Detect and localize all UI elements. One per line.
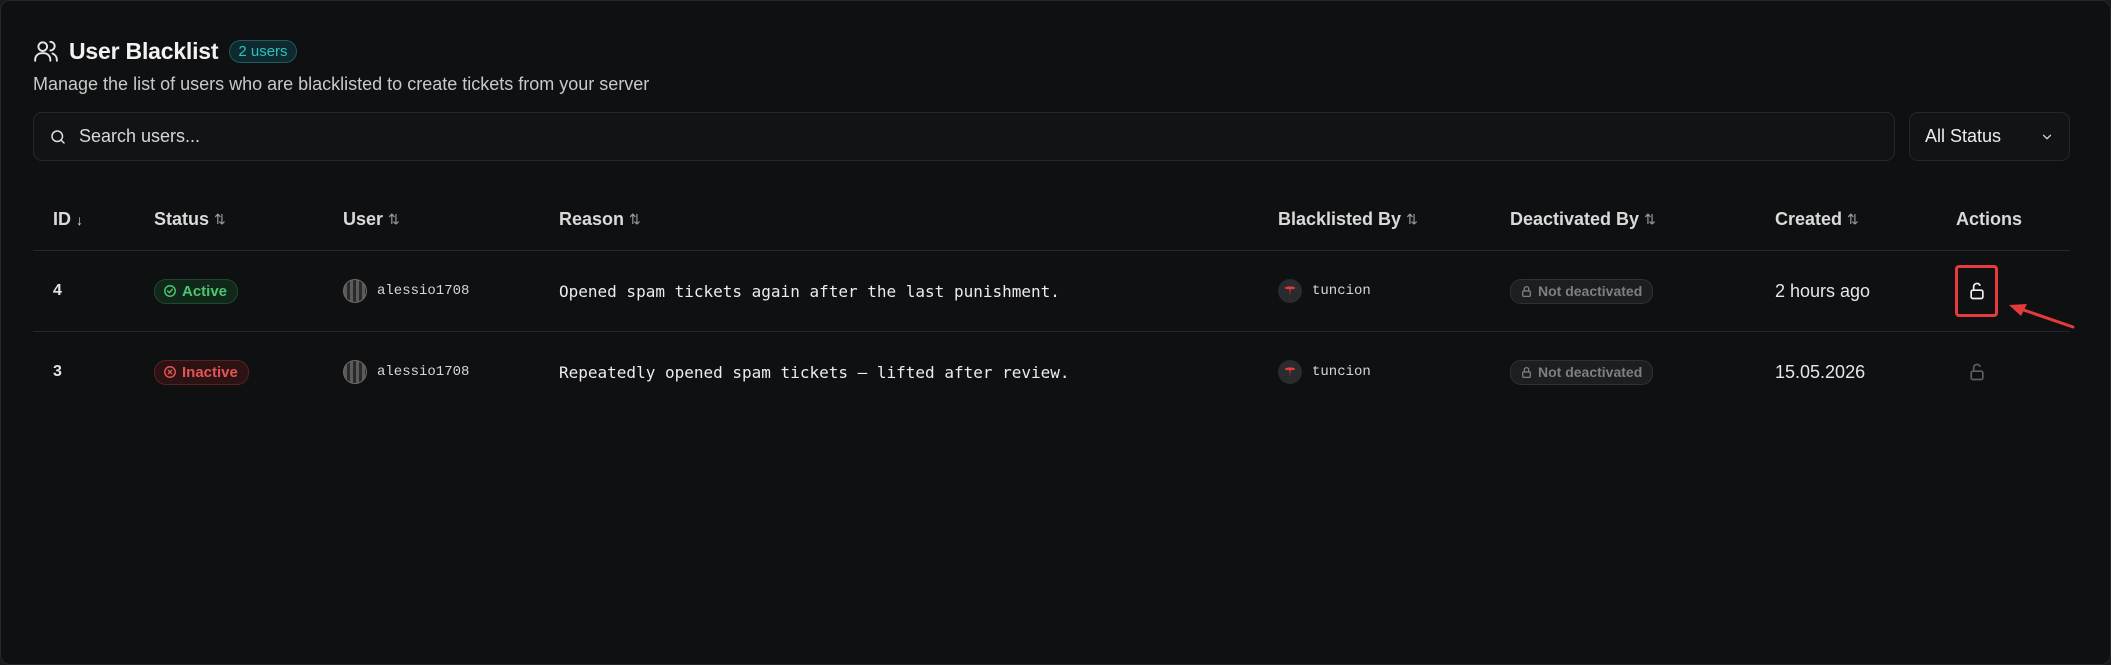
user-count-badge: 2 users bbox=[229, 39, 297, 63]
cell-deactivated-by: Not deactivated bbox=[1510, 251, 1654, 331]
moderator-name: tuncion bbox=[1312, 283, 1371, 299]
status-filter-select[interactable]: All Status bbox=[1909, 112, 2070, 161]
column-label: Created bbox=[1775, 209, 1843, 229]
status-badge: Inactive bbox=[154, 359, 249, 385]
username: alessio1708 bbox=[377, 364, 470, 380]
cell-blacklisted-by: tuncion bbox=[1278, 251, 1371, 331]
blacklist-table: ID ↓ Status ⇅ User ⇅ Reason ⇅ Blackliste… bbox=[33, 191, 2070, 413]
reason-text: Repeatedly opened spam tickets — lifted … bbox=[559, 362, 1070, 382]
column-label: Status bbox=[154, 209, 210, 229]
column-header-blacklisted-by[interactable]: Blacklisted By ⇅ bbox=[1278, 209, 1418, 230]
status-label: Inactive bbox=[182, 363, 238, 381]
page-subtitle: Manage the list of users who are blackli… bbox=[33, 74, 650, 94]
column-header-user[interactable]: User ⇅ bbox=[343, 209, 400, 230]
column-header-actions: Actions bbox=[1956, 209, 2022, 230]
sort-icon: ⇅ bbox=[214, 211, 226, 227]
table-header: ID ↓ Status ⇅ User ⇅ Reason ⇅ Blackliste… bbox=[33, 191, 2070, 251]
cell-user: alessio1708 bbox=[343, 332, 469, 412]
moderator-logo-icon bbox=[1284, 286, 1296, 296]
avatar bbox=[343, 279, 367, 303]
cell-actions bbox=[1955, 251, 1998, 331]
column-label: ID bbox=[53, 209, 71, 229]
cell-user: alessio1708 bbox=[343, 251, 469, 331]
x-circle-icon bbox=[163, 365, 177, 379]
search-icon bbox=[49, 128, 67, 146]
column-header-deactivated-by[interactable]: Deactivated By ⇅ bbox=[1510, 209, 1656, 230]
row-id: 3 bbox=[53, 363, 62, 380]
unlock-icon bbox=[1967, 362, 1987, 382]
column-label: Deactivated By bbox=[1510, 209, 1640, 229]
avatar bbox=[1278, 360, 1302, 384]
column-header-reason[interactable]: Reason ⇅ bbox=[559, 209, 641, 230]
reason-text: Opened spam tickets again after the last… bbox=[559, 281, 1060, 301]
cell-deactivated-by: Not deactivated bbox=[1510, 332, 1654, 412]
check-circle-icon bbox=[163, 284, 177, 298]
deactivated-label: Not deactivated bbox=[1538, 283, 1643, 299]
status-badge: Active bbox=[154, 278, 239, 304]
cell-created: 2 hours ago bbox=[1775, 251, 1870, 331]
search-box[interactable] bbox=[33, 112, 1895, 161]
sort-icon: ⇅ bbox=[1406, 211, 1418, 227]
deactivated-label: Not deactivated bbox=[1538, 364, 1643, 380]
moderator-logo-icon bbox=[1284, 367, 1296, 377]
sort-icon: ⇅ bbox=[1644, 211, 1656, 227]
column-header-status[interactable]: Status ⇅ bbox=[154, 209, 226, 230]
unblock-button[interactable] bbox=[1955, 265, 1998, 317]
cell-status: Inactive bbox=[154, 332, 249, 412]
created-date: 15.05.2026 bbox=[1775, 361, 1866, 382]
status-filter-value: All Status bbox=[1925, 126, 2002, 146]
column-label: User bbox=[343, 209, 384, 229]
unblock-button-disabled bbox=[1955, 346, 1998, 398]
users-icon bbox=[33, 38, 59, 64]
created-date: 2 hours ago bbox=[1775, 280, 1871, 301]
cell-id: 3 bbox=[53, 332, 62, 412]
avatar bbox=[343, 360, 367, 384]
cell-reason: Opened spam tickets again after the last… bbox=[559, 251, 1060, 331]
cell-status: Active bbox=[154, 251, 239, 331]
status-label: Active bbox=[182, 282, 228, 300]
blacklist-panel: User Blacklist 2 users Manage the list o… bbox=[0, 0, 2111, 665]
lock-icon bbox=[1520, 285, 1533, 298]
lock-icon bbox=[1520, 366, 1533, 379]
cell-id: 4 bbox=[53, 251, 62, 331]
sort-icon: ⇅ bbox=[629, 211, 641, 227]
column-label: Blacklisted By bbox=[1278, 209, 1402, 229]
cell-created: 15.05.2026 bbox=[1775, 332, 1865, 412]
sort-icon: ⇅ bbox=[388, 211, 400, 227]
cell-actions bbox=[1955, 332, 1998, 412]
search-input[interactable] bbox=[79, 126, 1779, 147]
username: alessio1708 bbox=[377, 283, 470, 299]
column-label: Actions bbox=[1956, 209, 2023, 229]
page-title: User Blacklist bbox=[69, 37, 219, 64]
not-deactivated-badge: Not deactivated bbox=[1510, 278, 1654, 304]
page-header: User Blacklist 2 users Manage the list o… bbox=[33, 35, 649, 95]
avatar bbox=[1278, 279, 1302, 303]
unlock-icon bbox=[1967, 281, 1987, 301]
column-label: Reason bbox=[559, 209, 625, 229]
cell-reason: Repeatedly opened spam tickets — lifted … bbox=[559, 332, 1070, 412]
column-header-created[interactable]: Created ⇅ bbox=[1775, 209, 1859, 230]
sort-icon: ⇅ bbox=[1847, 211, 1859, 227]
cell-blacklisted-by: tuncion bbox=[1278, 332, 1371, 412]
sort-desc-icon: ↓ bbox=[76, 211, 83, 228]
not-deactivated-badge: Not deactivated bbox=[1510, 359, 1654, 385]
title-row: User Blacklist 2 users bbox=[33, 35, 649, 67]
annotation-arrow-icon bbox=[2009, 304, 2075, 329]
column-header-id[interactable]: ID ↓ bbox=[53, 209, 83, 230]
table-row: 3 Inactive alessio1708 Repeatedly opened… bbox=[33, 332, 2070, 413]
chevron-down-icon bbox=[2040, 130, 2054, 144]
table-row: 4 Active alessio1708 Opened spam tickets… bbox=[33, 251, 2070, 332]
row-id: 4 bbox=[53, 282, 62, 299]
moderator-name: tuncion bbox=[1312, 364, 1371, 380]
